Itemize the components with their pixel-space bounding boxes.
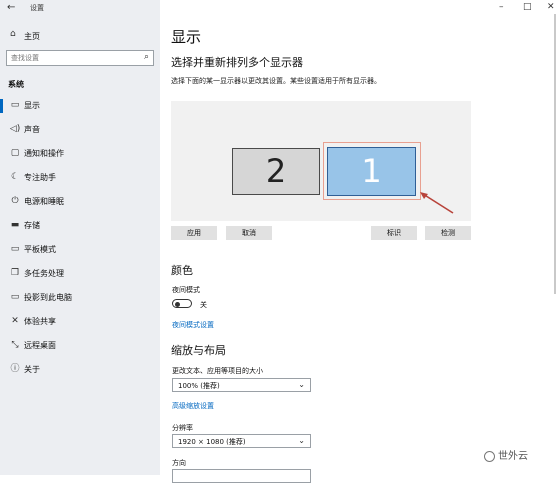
- sidebar-item-label: 电源和睡眠: [24, 197, 64, 206]
- maximize-icon[interactable]: □: [523, 2, 532, 12]
- sidebar-item-label: 声音: [24, 125, 40, 134]
- home-label: 主页: [24, 32, 40, 41]
- scale-dropdown[interactable]: 100% (推荐) ⌄: [172, 378, 311, 392]
- apply-button[interactable]: 应用: [171, 226, 217, 240]
- identify-button[interactable]: 标识: [371, 226, 417, 240]
- storage-icon: ▬: [10, 220, 20, 230]
- sidebar-item-power-sleep[interactable]: ⏻ 电源和睡眠: [0, 190, 160, 214]
- app-title: 设置: [30, 4, 44, 12]
- selected-indicator: [0, 99, 3, 113]
- night-light-state: 关: [200, 301, 207, 309]
- moon-icon: ☾: [10, 172, 20, 182]
- watermark-text: 世外云: [498, 451, 528, 462]
- sidebar-item-sound[interactable]: ◁) 声音: [0, 118, 160, 142]
- arrange-heading: 选择并重新排列多个显示器: [171, 56, 303, 69]
- orientation-label: 方向: [172, 459, 186, 467]
- speaker-icon: ◁): [9, 124, 21, 134]
- sidebar-item-label: 投影到此电脑: [24, 293, 72, 302]
- sidebar-item-label: 显示: [24, 101, 40, 110]
- sidebar-item-label: 专注助手: [24, 173, 56, 182]
- multitasking-icon: ❐: [10, 268, 20, 278]
- sidebar-item-tablet-mode[interactable]: ▭ 平板模式: [0, 238, 160, 262]
- sidebar-item-label: 关于: [24, 365, 40, 374]
- remote-desktop-icon: ⤡: [11, 340, 19, 350]
- sidebar-item-multitasking[interactable]: ❐ 多任务处理: [0, 262, 160, 286]
- chevron-down-icon: ⌄: [298, 380, 305, 389]
- sidebar-item-label: 多任务处理: [24, 269, 64, 278]
- watermark: 世外云: [484, 447, 528, 462]
- scale-layout-heading: 缩放与布局: [171, 344, 226, 357]
- monitor-2[interactable]: 2: [232, 148, 320, 195]
- sidebar-item-projecting[interactable]: ▭ 投影到此电脑: [0, 286, 160, 310]
- night-light-toggle[interactable]: [172, 299, 192, 308]
- night-light-label: 夜间模式: [172, 286, 200, 294]
- home-icon: ⌂: [10, 29, 16, 39]
- detect-button[interactable]: 检测: [425, 226, 471, 240]
- section-title-system: 系统: [8, 80, 24, 89]
- sidebar-item-label: 存储: [24, 221, 40, 230]
- advanced-scaling-link[interactable]: 高级缩放设置: [172, 401, 214, 411]
- sidebar-item-label: 平板模式: [24, 245, 56, 254]
- arrange-description: 选择下面的某一显示器以更改其设置。某些设置适用于所有显示器。: [171, 77, 381, 85]
- close-icon[interactable]: ✕: [547, 2, 555, 12]
- scale-label: 更改文本、应用等项目的大小: [172, 367, 263, 375]
- cancel-button[interactable]: 取消: [226, 226, 272, 240]
- monitor-1[interactable]: 1: [327, 147, 416, 196]
- sidebar-nav: ▭ 显示 ◁) 声音 ▢ 通知和操作 ☾ 专注助手 ⏻ 电源和睡眠 ▬ 存储 ▭…: [0, 94, 160, 382]
- watermark-logo-icon: [484, 450, 495, 462]
- sidebar-item-notifications[interactable]: ▢ 通知和操作: [0, 142, 160, 166]
- back-arrow-icon[interactable]: ←: [7, 2, 15, 13]
- shared-experiences-icon: ✕: [11, 316, 19, 326]
- sidebar-item-about[interactable]: ⓘ 关于: [0, 358, 160, 382]
- page-title: 显示: [171, 28, 202, 46]
- sidebar-item-focus-assist[interactable]: ☾ 专注助手: [0, 166, 160, 190]
- minimize-icon[interactable]: –: [499, 2, 504, 12]
- info-icon: ⓘ: [10, 364, 20, 374]
- sidebar: ← 设置 ⌂ 主页 ⌕ 系统 ▭ 显示 ◁) 声音 ▢ 通知和操作 ☾ 专注助手…: [0, 0, 160, 475]
- notification-icon: ▢: [10, 148, 20, 158]
- sidebar-item-shared-experiences[interactable]: ✕ 体验共享: [0, 310, 160, 334]
- search-input[interactable]: [11, 53, 131, 63]
- sidebar-item-label: 通知和操作: [24, 149, 64, 158]
- chevron-down-icon: ⌄: [298, 436, 305, 445]
- scrollbar[interactable]: [554, 14, 556, 294]
- tablet-icon: ▭: [10, 244, 20, 254]
- sidebar-item-remote-desktop[interactable]: ⤡ 远程桌面: [0, 334, 160, 358]
- color-heading: 颜色: [171, 264, 193, 277]
- search-icon[interactable]: ⌕: [144, 52, 149, 62]
- display-icon: ▭: [10, 100, 20, 110]
- title-bar: ← 设置: [0, 0, 160, 16]
- home-nav-item[interactable]: ⌂ 主页: [0, 26, 160, 46]
- resolution-dropdown[interactable]: 1920 × 1080 (推荐) ⌄: [172, 434, 311, 448]
- resolution-value: 1920 × 1080 (推荐): [178, 438, 246, 446]
- toggle-knob: [175, 301, 180, 307]
- resolution-label: 分辨率: [172, 424, 193, 432]
- sidebar-item-display[interactable]: ▭ 显示: [0, 94, 160, 118]
- annotation-arrow-icon: [420, 192, 454, 214]
- main-content: – □ ✕ 显示 选择并重新排列多个显示器 选择下面的某一显示器以更改其设置。某…: [160, 0, 557, 483]
- projector-icon: ▭: [10, 292, 20, 302]
- sidebar-item-label: 远程桌面: [24, 341, 56, 350]
- power-icon: ⏻: [11, 196, 19, 206]
- sidebar-item-label: 体验共享: [24, 317, 56, 326]
- night-light-settings-link[interactable]: 夜间模式设置: [172, 320, 214, 330]
- scale-value: 100% (推荐): [178, 382, 220, 390]
- sidebar-item-storage[interactable]: ▬ 存储: [0, 214, 160, 238]
- search-box[interactable]: ⌕: [6, 50, 154, 66]
- monitor-arrangement-area: 2 1: [171, 101, 471, 221]
- orientation-dropdown[interactable]: [172, 469, 311, 483]
